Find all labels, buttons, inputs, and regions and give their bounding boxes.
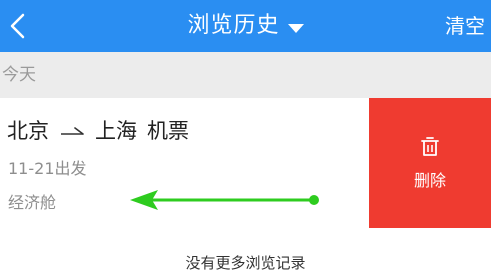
one-way-arrow-icon — [59, 117, 85, 145]
cabin-class: 经济舱 — [8, 193, 57, 212]
browse-history-page: 浏览历史 清空 今天 北京 上海 机票 11-21出发 经济舱 删除 没有更多浏… — [0, 0, 491, 275]
delete-button[interactable]: 删除 — [369, 98, 491, 228]
history-item[interactable]: 北京 上海 机票 11-21出发 经济舱 删除 — [0, 98, 491, 228]
trash-icon — [421, 137, 439, 156]
top-bar: 浏览历史 清空 — [0, 0, 491, 52]
caret-down-icon — [287, 23, 304, 33]
swipe-left-arrow-icon — [130, 190, 319, 210]
departure-date: 11-21出发 — [8, 159, 87, 178]
clear-button[interactable]: 清空 — [431, 0, 491, 52]
page-title: 浏览历史 — [187, 13, 280, 38]
section-label: 今天 — [2, 65, 36, 85]
destination-city: 上海 — [95, 119, 137, 143]
delete-label: 删除 — [413, 171, 446, 190]
no-more-records-text: 没有更多浏览记录 — [185, 254, 306, 272]
ticket-type: 机票 — [147, 119, 189, 143]
section-header-today: 今天 — [0, 52, 491, 98]
title-dropdown[interactable]: 浏览历史 — [0, 0, 491, 52]
item-route: 北京 上海 机票 — [7, 117, 189, 145]
origin-city: 北京 — [7, 119, 49, 143]
list-footer: 没有更多浏览记录 — [0, 228, 491, 275]
